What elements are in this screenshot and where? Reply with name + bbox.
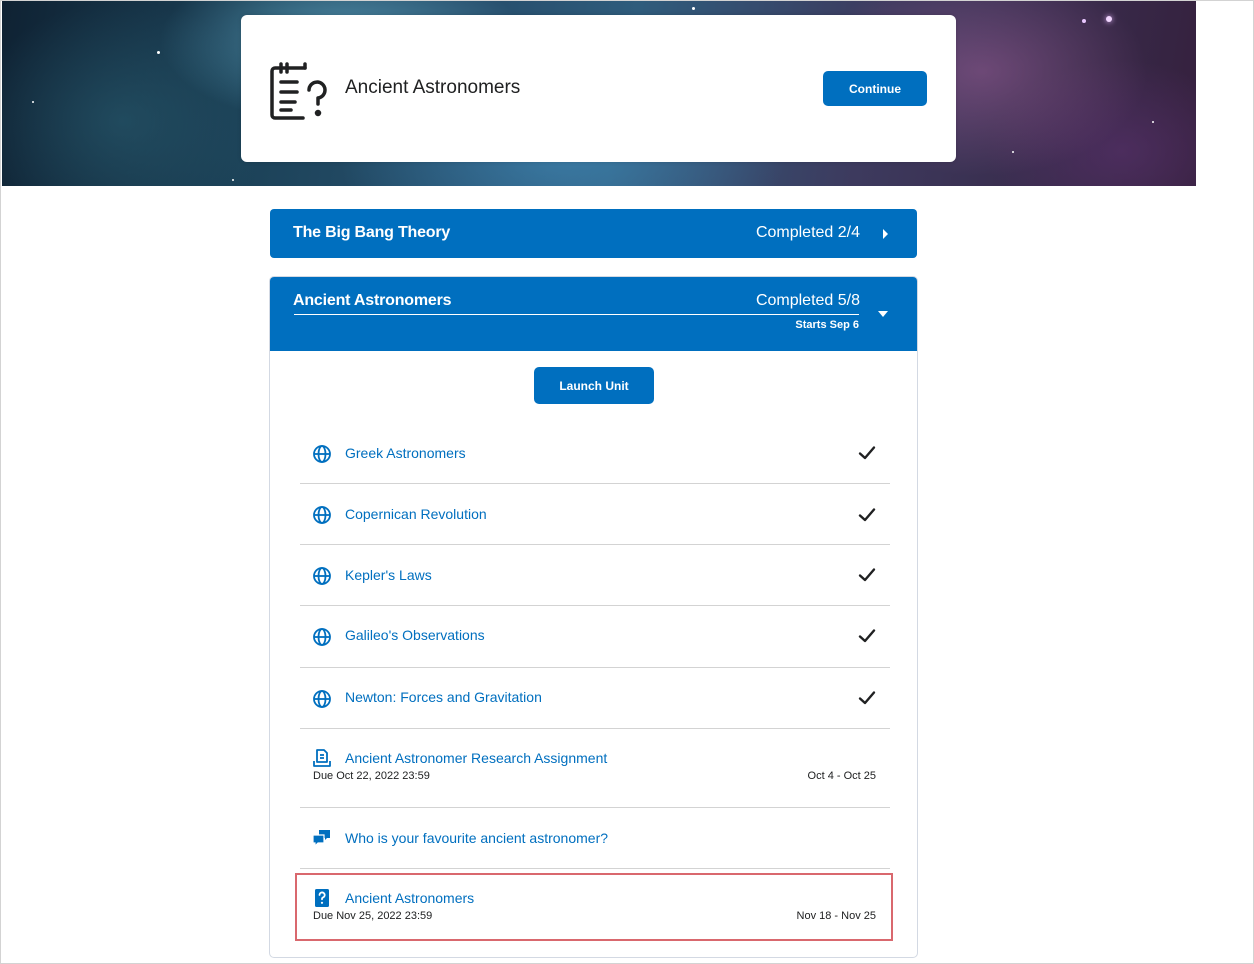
course-title: Ancient Astronomers bbox=[345, 77, 521, 98]
globe-icon bbox=[313, 567, 331, 585]
unit-title: Ancient Astronomers bbox=[293, 292, 452, 309]
item-title[interactable]: Greek Astronomers bbox=[345, 445, 466, 461]
unit-panel-ancient-astronomers: Ancient Astronomers Completed 5/8 Starts… bbox=[269, 276, 918, 958]
list-item[interactable]: Newton: Forces and Gravitation bbox=[300, 668, 890, 729]
hero-card: Ancient Astronomers Continue bbox=[241, 15, 956, 162]
unit-start-date: Starts Sep 6 bbox=[795, 319, 859, 331]
date-range: Oct 4 - Oct 25 bbox=[807, 770, 876, 782]
unit-progress: Completed 5/8 bbox=[755, 292, 860, 309]
item-title[interactable]: Who is your favourite ancient astronomer… bbox=[345, 830, 608, 846]
list-item[interactable]: Ancient Astronomer Research Assignment D… bbox=[300, 729, 890, 808]
unit-progress: Completed 2/4 bbox=[755, 224, 860, 241]
item-title[interactable]: Newton: Forces and Gravitation bbox=[345, 689, 542, 705]
unit-header-ancient-astronomers[interactable]: Ancient Astronomers Completed 5/8 Starts… bbox=[270, 277, 917, 351]
quiz-document-icon bbox=[270, 62, 327, 120]
list-item[interactable]: Kepler's Laws bbox=[300, 545, 890, 606]
unit-title: The Big Bang Theory bbox=[293, 224, 451, 241]
list-item[interactable]: Galileo's Observations bbox=[300, 606, 890, 668]
item-title[interactable]: Copernican Revolution bbox=[345, 506, 487, 522]
continue-button[interactable]: Continue bbox=[823, 71, 927, 106]
discussion-icon bbox=[312, 830, 330, 848]
unit-header-big-bang-theory[interactable]: The Big Bang Theory Completed 2/4 bbox=[270, 209, 917, 258]
checkmark-icon bbox=[858, 568, 876, 582]
list-item[interactable]: Who is your favourite ancient astronomer… bbox=[300, 808, 890, 869]
globe-icon bbox=[313, 628, 331, 646]
globe-icon bbox=[313, 445, 331, 463]
item-title[interactable]: Ancient Astronomer Research Assignment bbox=[345, 750, 607, 766]
header-divider bbox=[294, 314, 859, 315]
checkmark-icon bbox=[858, 691, 876, 705]
checkmark-icon bbox=[858, 629, 876, 643]
globe-icon bbox=[313, 690, 331, 708]
checkmark-icon bbox=[858, 446, 876, 460]
assignment-icon bbox=[313, 749, 331, 767]
list-item[interactable]: Copernican Revolution bbox=[300, 484, 890, 545]
chevron-right-icon bbox=[883, 229, 888, 239]
item-title[interactable]: Galileo's Observations bbox=[345, 627, 485, 643]
highlight-box bbox=[295, 873, 893, 941]
checkmark-icon bbox=[858, 508, 876, 522]
globe-icon bbox=[313, 506, 331, 524]
launch-unit-button[interactable]: Launch Unit bbox=[534, 367, 654, 404]
due-date: Due Oct 22, 2022 23:59 bbox=[313, 770, 430, 782]
chevron-down-icon bbox=[878, 311, 888, 317]
item-title[interactable]: Kepler's Laws bbox=[345, 567, 432, 583]
list-item[interactable]: Greek Astronomers bbox=[300, 422, 890, 484]
